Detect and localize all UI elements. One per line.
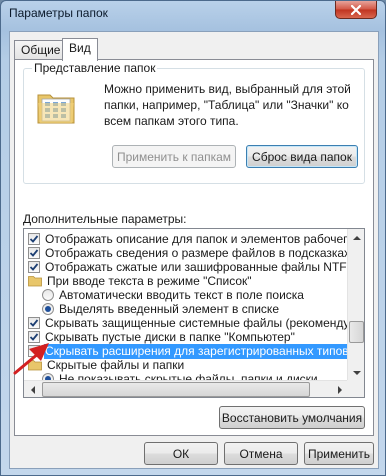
chevron-left-icon [30, 385, 35, 394]
view-tab-panel: Представление папок Можно применить вид,… [14, 59, 374, 436]
tab-general-label: Общие [21, 43, 61, 57]
tab-view-label: Вид [69, 41, 91, 55]
checkbox[interactable] [28, 345, 40, 357]
radio-button[interactable] [42, 289, 54, 301]
advanced-settings-tree[interactable]: Отображать описание для папок и элементо… [23, 228, 365, 398]
dialog-client: Общие Вид Представление папок Можно прим… [9, 31, 379, 469]
chevron-down-icon [352, 370, 361, 375]
restore-defaults-button[interactable]: Восстановить умолчания [219, 406, 365, 429]
folder-icon [28, 360, 42, 371]
folder-views-description: Можно применить вид, выбранный для этой … [104, 82, 351, 128]
window-title: Параметры папок [9, 6, 108, 20]
tab-view[interactable]: Вид [62, 38, 98, 61]
checkbox[interactable] [28, 317, 40, 329]
reset-folders-button[interactable]: Сброс вида папок [246, 145, 358, 168]
folder-view-icon [37, 94, 75, 124]
folder-icon [28, 276, 42, 287]
folder-views-group: Представление папок Можно применить вид,… [23, 61, 365, 184]
vertical-scroll-thumb[interactable] [349, 320, 364, 343]
checkbox[interactable] [28, 247, 40, 259]
checkbox[interactable] [28, 261, 40, 273]
advanced-settings-label: Дополнительные параметры: [23, 212, 187, 226]
chevron-right-icon [337, 385, 342, 394]
horizontal-scrollbar[interactable] [24, 380, 348, 397]
vertical-scrollbar[interactable] [347, 229, 364, 381]
apply-to-folders-button[interactable]: Применить к папкам [112, 145, 236, 168]
checkmark-icon [29, 263, 39, 271]
tab-general[interactable]: Общие [14, 40, 68, 60]
advanced-settings-list: Отображать описание для папок и элементо… [24, 229, 348, 381]
scroll-corner [347, 380, 364, 397]
checkmark-icon [29, 333, 39, 341]
radio-dot [45, 306, 51, 312]
checkmark-icon [29, 319, 39, 327]
ok-button[interactable]: ОК [144, 442, 218, 465]
checkmark-icon [29, 249, 39, 257]
title-bar[interactable]: Параметры папок [1, 1, 385, 29]
scroll-left-arrow[interactable] [24, 381, 41, 397]
close-button[interactable] [335, 1, 377, 19]
close-icon [351, 4, 361, 15]
checkbox[interactable] [28, 331, 40, 343]
scroll-down-arrow[interactable] [348, 364, 364, 381]
radio-button[interactable] [42, 303, 54, 315]
apply-button[interactable]: Применить [304, 442, 374, 465]
checkmark-icon [29, 235, 39, 243]
folder-views-legend: Представление папок [32, 61, 158, 75]
folder-options-window: Параметры папок Общие Вид Представление … [0, 0, 386, 476]
cancel-button[interactable]: Отмена [224, 442, 298, 465]
horizontal-scroll-thumb[interactable] [42, 382, 310, 397]
scroll-right-arrow[interactable] [331, 381, 348, 397]
chevron-up-icon [352, 235, 361, 240]
checkbox[interactable] [28, 233, 40, 245]
scroll-up-arrow[interactable] [348, 229, 364, 246]
